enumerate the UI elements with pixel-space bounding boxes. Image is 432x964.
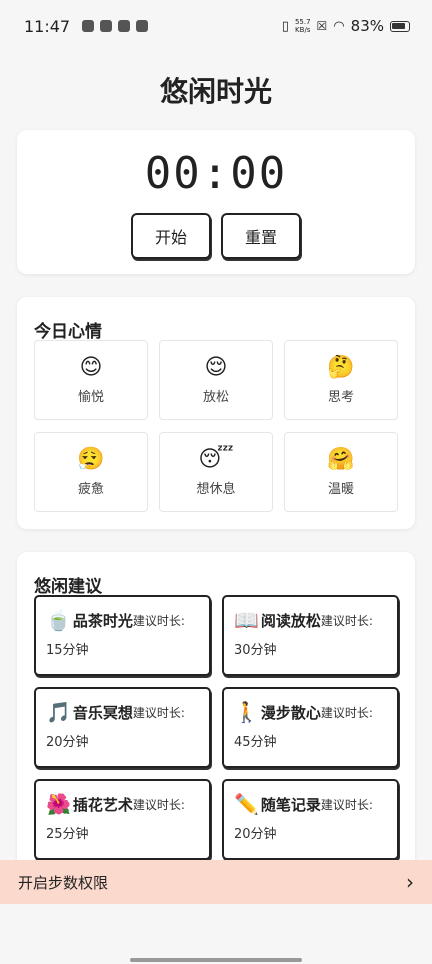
mood-section-title: 今日心情 <box>34 322 102 342</box>
mood-label: 疲惫 <box>77 481 104 497</box>
advice-duration: 30分钟 <box>234 643 277 658</box>
advice-name: 阅读放松 <box>260 611 321 630</box>
advice-item[interactable]: 🌺 插花艺术 建议时长: 25分钟 <box>34 779 211 860</box>
advice-duration-label: 建议时长: <box>320 797 373 812</box>
net-speed-unit: KB/s <box>295 26 311 34</box>
timer-controls: 开始 重置 <box>17 213 415 259</box>
step-permission-bar[interactable]: 开启步数权限 › <box>0 860 432 904</box>
mood-item[interactable]: 🤗 温暖 <box>284 432 398 512</box>
status-right: ▯ 55.7 KB/s ☒ ◠ 83% <box>282 17 410 35</box>
advice-name: 随笔记录 <box>260 795 321 814</box>
vibrate-icon: ▯ <box>281 18 289 34</box>
advice-name: 音乐冥想 <box>72 703 133 722</box>
home-indicator[interactable] <box>130 958 302 962</box>
advice-item[interactable]: 📖 阅读放松 建议时长: 30分钟 <box>222 595 399 676</box>
advice-duration-label: 建议时长: <box>132 705 185 720</box>
advice-duration-label: 建议时长: <box>320 705 373 720</box>
net-speed-value: 55.7 <box>294 18 311 26</box>
advice-card: 悠闲建议 🍵 品茶时光 建议时长: 15分钟 📖 阅读放松 建议时长: 30分钟 🎵 音乐… <box>17 552 415 872</box>
mood-grid: 😊 愉悦 😌 放松 🤔 思考 😮‍💨 疲惫 😴 想休息 🤗 温暖 <box>34 340 398 512</box>
advice-duration: 45分钟 <box>234 735 277 750</box>
mood-item[interactable]: 😮‍💨 疲惫 <box>34 432 148 512</box>
book-icon: 📖 <box>234 608 259 632</box>
status-left: 11:47 <box>24 16 149 36</box>
advice-duration: 20分钟 <box>46 735 89 750</box>
advice-duration: 15分钟 <box>46 643 89 658</box>
advice-name: 插花艺术 <box>72 795 133 814</box>
reset-button[interactable]: 重置 <box>221 213 301 259</box>
notification-icon <box>82 20 95 32</box>
advice-duration-label: 建议时长: <box>132 797 185 812</box>
advice-duration: 20分钟 <box>234 827 277 842</box>
advice-item[interactable]: 🚶 漫步散心 建议时长: 45分钟 <box>222 687 399 768</box>
step-permission-label: 开启步数权限 <box>18 873 109 892</box>
mood-item[interactable]: 🤔 思考 <box>284 340 398 420</box>
notification-icon <box>118 20 131 32</box>
mood-item[interactable]: 😴 想休息 <box>159 432 273 512</box>
mood-item[interactable]: 😊 愉悦 <box>34 340 148 420</box>
timer-card: 00:00 开始 重置 <box>17 130 415 274</box>
relieved-face-icon: 😌 <box>204 354 228 380</box>
music-note-icon: 🎵 <box>46 700 71 724</box>
battery-percent: 83% <box>350 17 384 35</box>
tired-face-icon: 😮‍💨 <box>77 446 105 472</box>
net-speed: 55.7 KB/s <box>295 18 311 34</box>
notification-icon <box>100 20 113 32</box>
advice-item[interactable]: 🍵 品茶时光 建议时长: 15分钟 <box>34 595 211 676</box>
mood-label: 放松 <box>202 389 229 405</box>
flower-icon: 🌺 <box>46 792 71 816</box>
mood-label: 思考 <box>327 389 354 405</box>
start-button[interactable]: 开始 <box>131 213 211 259</box>
sleeping-face-icon: 😴 <box>198 446 234 472</box>
mood-label: 愉悦 <box>77 389 104 405</box>
advice-grid: 🍵 品茶时光 建议时长: 15分钟 📖 阅读放松 建议时长: 30分钟 🎵 音乐冥想 建议时… <box>34 595 399 860</box>
mood-item[interactable]: 😌 放松 <box>159 340 273 420</box>
advice-item[interactable]: ✏️ 随笔记录 建议时长: 20分钟 <box>222 779 399 860</box>
status-bar: 11:47 ▯ 55.7 KB/s ☒ ◠ 83% <box>0 0 432 52</box>
happy-face-icon: 😊 <box>79 354 103 380</box>
mood-card: 今日心情 😊 愉悦 😌 放松 🤔 思考 😮‍💨 疲惫 😴 想休息 🤗 温暖 <box>17 297 415 529</box>
advice-duration-label: 建议时长: <box>320 613 373 628</box>
mood-label: 温暖 <box>327 481 354 497</box>
advice-item[interactable]: 🎵 音乐冥想 建议时长: 20分钟 <box>34 687 211 768</box>
advice-section-title: 悠闲建议 <box>34 577 102 597</box>
advice-duration: 25分钟 <box>46 827 89 842</box>
thinking-face-icon: 🤔 <box>327 354 355 380</box>
pencil-icon: ✏️ <box>234 792 259 816</box>
advice-duration-label: 建议时长: <box>132 613 185 628</box>
tea-icon: 🍵 <box>46 608 71 632</box>
timer-display: 00:00 <box>144 148 288 199</box>
advice-name: 漫步散心 <box>260 703 321 722</box>
mood-label: 想休息 <box>196 481 236 497</box>
page-title: 悠闲时光 <box>159 75 272 108</box>
sim-icon: ☒ <box>316 19 328 33</box>
chevron-right-icon: › <box>406 870 414 894</box>
advice-name: 品茶时光 <box>72 611 133 630</box>
notification-icon <box>136 20 149 32</box>
status-time: 11:47 <box>24 16 71 36</box>
wifi-icon: ◠ <box>333 18 345 34</box>
battery-icon <box>390 20 410 32</box>
hugging-face-icon: 🤗 <box>327 446 355 472</box>
walking-person-icon: 🚶 <box>234 700 259 724</box>
